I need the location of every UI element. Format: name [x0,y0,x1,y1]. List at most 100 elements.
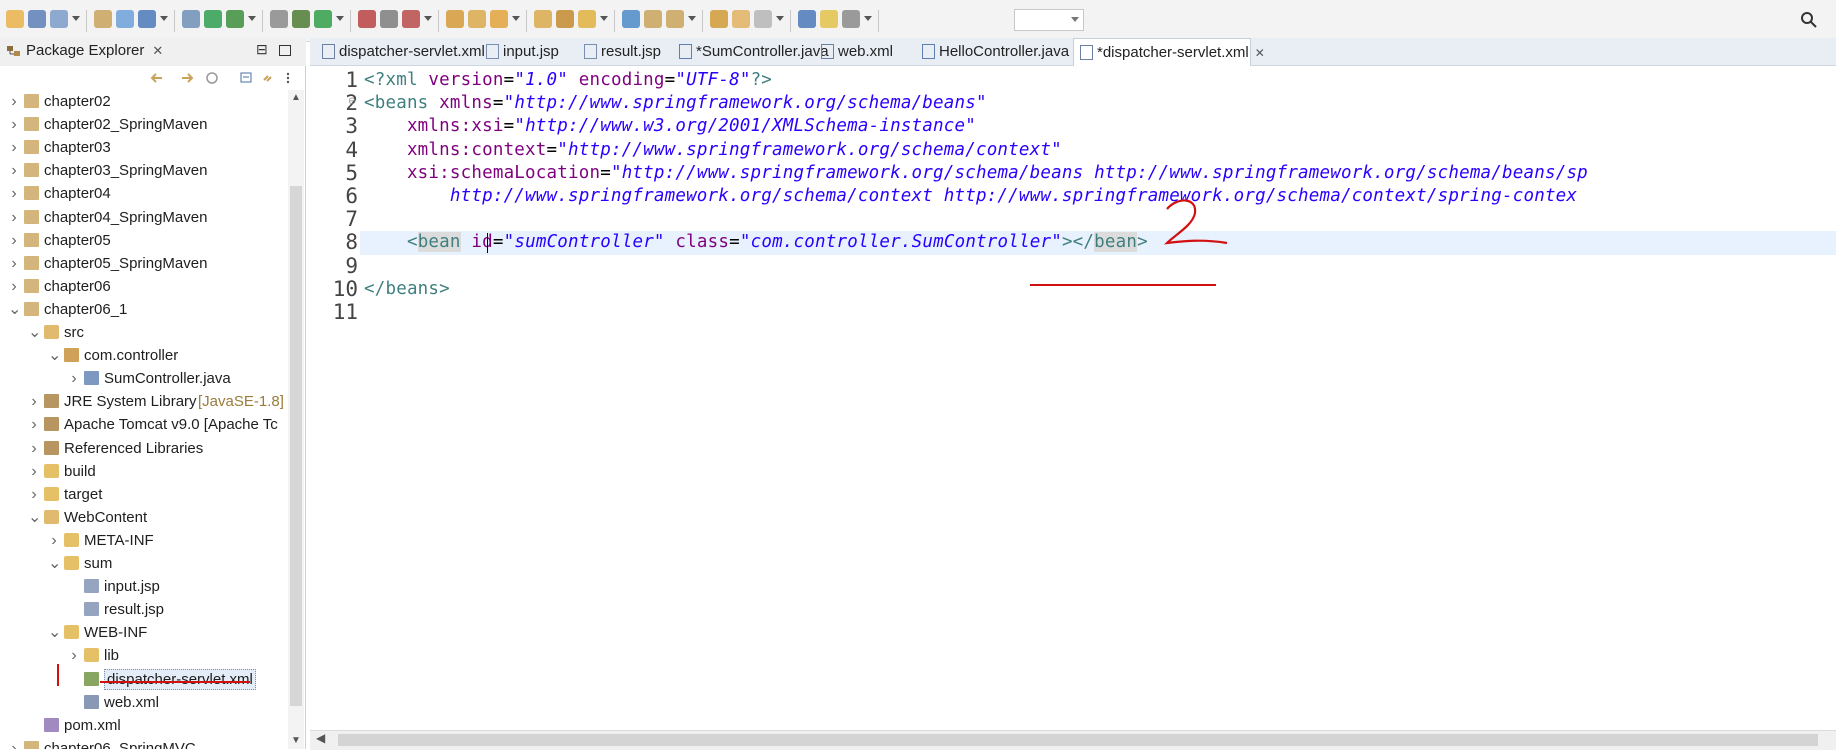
code-line[interactable]: xmlns:xsi="http://www.w3.org/2001/XMLSch… [364,115,976,138]
new-folder-icon[interactable] [446,10,464,28]
spring-boot-icon[interactable] [204,10,222,28]
toolbar-combo-box[interactable] [1014,9,1084,31]
chevron-right-icon[interactable]: › [28,437,40,460]
dropdown-arrow-icon[interactable] [600,16,608,21]
tree-item[interactable]: › SumController.java [0,367,288,390]
chevron-down-icon[interactable]: ⌄ [28,321,41,344]
tree-item[interactable]: dispatcher-servlet.xml [0,668,288,691]
editor-tab[interactable]: result.jsp [578,38,671,66]
chevron-right-icon[interactable]: › [8,275,20,298]
dropdown-arrow-icon[interactable] [424,16,432,21]
dropdown-arrow-icon[interactable] [160,16,168,21]
pin-icon[interactable] [820,10,838,28]
chevron-right-icon[interactable]: › [8,136,20,159]
globe-icon[interactable] [622,10,640,28]
tree-item[interactable]: input.jsp [0,575,288,598]
tree-item[interactable]: › build [0,460,288,483]
tree-item[interactable]: › chapter04 [0,182,288,205]
forward-icon[interactable] [180,72,194,84]
chevron-right-icon[interactable]: › [28,390,40,413]
scroll-left-icon[interactable]: ◀ [316,731,325,745]
tree-item[interactable]: › Referenced Libraries [0,437,288,460]
chevron-right-icon[interactable]: › [8,159,20,182]
new-project-icon[interactable] [468,10,486,28]
tree-item[interactable]: ⌄ WebContent [0,506,288,529]
chevron-right-icon[interactable]: › [68,367,80,390]
chevron-right-icon[interactable]: › [28,413,40,436]
run-config-icon[interactable] [358,10,376,28]
save-icon[interactable] [28,10,46,28]
refresh-icon[interactable] [226,10,244,28]
editor-tab[interactable]: input.jsp [480,38,576,66]
dropdown-arrow-icon[interactable] [688,16,696,21]
code-line[interactable]: <?xml version="1.0" encoding="UTF-8"?> [364,69,772,92]
search-icon[interactable] [1800,11,1818,29]
dropdown-arrow-icon[interactable] [248,16,256,21]
new-window-icon[interactable] [798,10,816,28]
tree-item[interactable]: › chapter05 [0,229,288,252]
tree-item[interactable]: › chapter05_SpringMaven [0,252,288,275]
link-with-editor-icon[interactable] [262,72,276,84]
skip-breakpoints-icon[interactable] [182,10,200,28]
open-task-icon[interactable] [556,10,574,28]
code-line[interactable]: </beans> [364,278,450,301]
dropdown-arrow-icon[interactable] [72,16,80,21]
chevron-down-icon[interactable]: ⌄ [28,506,41,529]
chevron-down-icon[interactable]: ⌄ [48,552,61,575]
tree-item[interactable]: › target [0,483,288,506]
chevron-right-icon[interactable]: › [8,90,20,113]
tree-item[interactable]: › chapter02_SpringMaven [0,113,288,136]
prev-annotation-icon[interactable] [666,10,684,28]
up-icon[interactable] [205,72,219,84]
code-line[interactable]: xmlns:context="http://www.springframewor… [364,139,1062,162]
new-java-class-icon[interactable] [490,10,508,28]
fold-collapse-icon[interactable]: ⊖ [348,96,356,107]
chevron-right-icon[interactable]: › [8,737,20,749]
editor-tab[interactable]: HelloController.java [916,38,1071,66]
tree-item[interactable]: ⌄ src [0,321,288,344]
last-edit-icon[interactable] [710,10,728,28]
tree-item[interactable]: › chapter04_SpringMaven [0,206,288,229]
tree-item[interactable]: › META-INF [0,529,288,552]
build-icon[interactable] [270,10,288,28]
chevron-right-icon[interactable]: › [8,206,20,229]
print-icon[interactable] [94,10,112,28]
package-explorer-tab[interactable]: Package Explorer ✕ [6,42,163,59]
code-line[interactable]: xsi:schemaLocation="http://www.springfra… [364,162,1588,185]
minimize-icon[interactable]: ⊟ [256,41,268,58]
chevron-right-icon[interactable]: › [48,529,60,552]
chevron-right-icon[interactable]: › [8,182,20,205]
tree-vertical-scrollbar[interactable]: ▲ ▼ [288,90,304,749]
chevron-down-icon[interactable] [1071,17,1079,22]
close-icon[interactable]: ✕ [152,43,163,59]
editor-tab[interactable]: *SumController.java [673,38,829,66]
search-file-icon[interactable] [578,10,596,28]
next-annotation-icon[interactable] [644,10,662,28]
editor-tab[interactable]: web.xml [815,38,914,66]
tree-item[interactable]: › chapter02 [0,90,288,113]
editor-tab[interactable]: *dispatcher-servlet.xml ✕ [1073,38,1265,67]
save-all-icon[interactable] [50,10,68,28]
chevron-right-icon[interactable]: › [8,229,20,252]
dropdown-arrow-icon[interactable] [512,16,520,21]
chevron-down-icon[interactable]: ⌄ [48,344,61,367]
tree-item[interactable]: › lib [0,644,288,667]
tree-item[interactable]: › JRE System Library [JavaSE-1.8] [0,390,288,413]
scroll-up-icon[interactable]: ▲ [291,92,301,103]
maximize-icon[interactable] [279,45,291,56]
tree-item[interactable]: › chapter03 [0,136,288,159]
tree-item[interactable]: › chapter06_SpringMVC [0,737,288,749]
back-icon[interactable] [150,72,164,84]
tree-item[interactable]: web.xml [0,691,288,714]
forward-icon[interactable] [754,10,772,28]
tree-item[interactable]: ⌄ WEB-INF [0,621,288,644]
tree-item[interactable]: ⌄ com.controller [0,344,288,367]
view-menu-icon[interactable] [285,72,291,84]
run-icon[interactable] [314,10,332,28]
code-line[interactable]: <bean id="sumController" class="com.cont… [364,231,1148,254]
chevron-right-icon[interactable]: › [8,252,20,275]
chevron-right-icon[interactable]: › [68,644,80,667]
collapse-all-icon[interactable] [240,72,254,84]
tree-item[interactable]: result.jsp [0,598,288,621]
tree-scrollbar-thumb[interactable] [290,186,302,706]
